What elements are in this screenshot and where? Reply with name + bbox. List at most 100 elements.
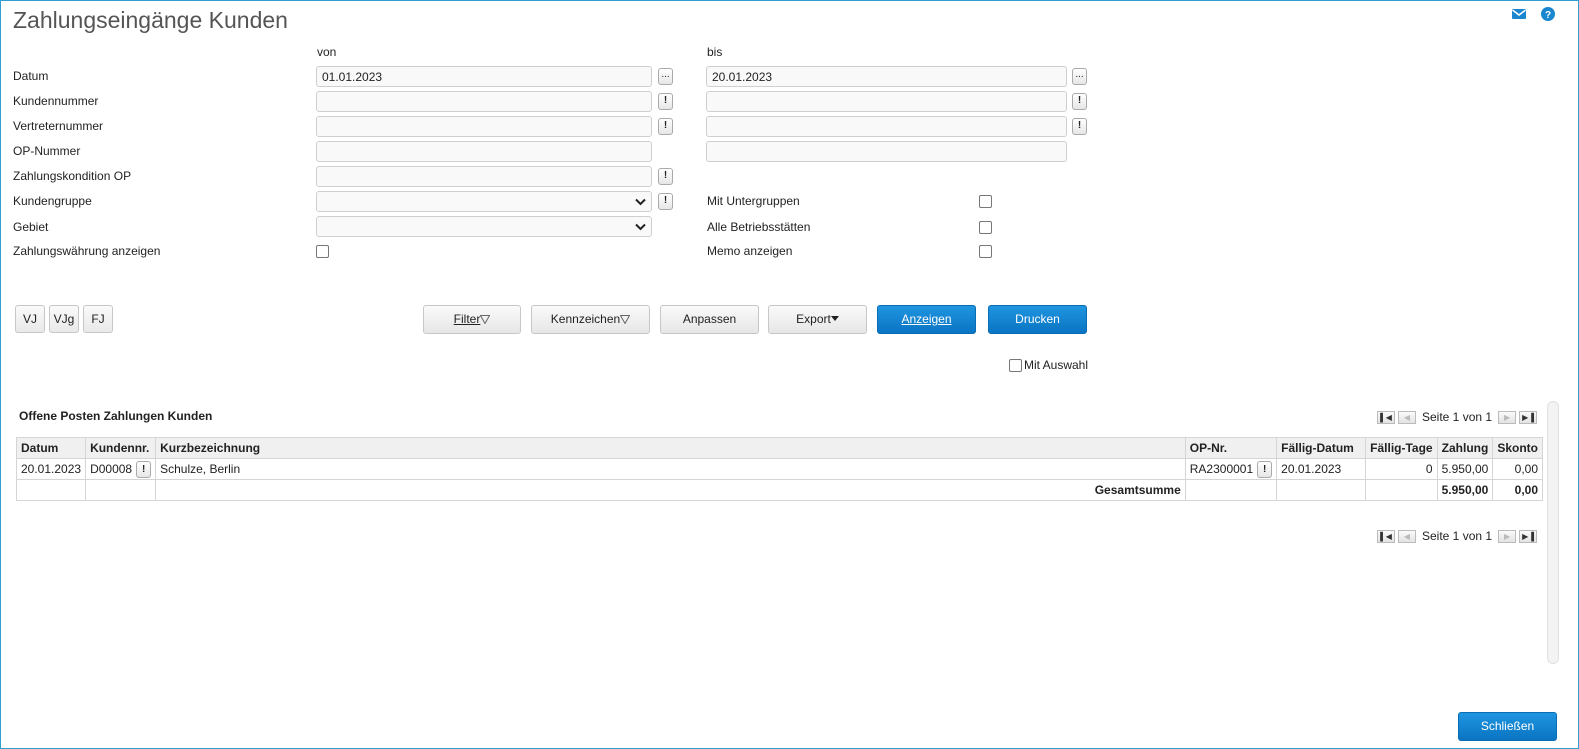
datum-to-input[interactable]: 20.01.2023 (706, 66, 1067, 87)
op-nr-lookup-button[interactable]: ! (1257, 460, 1273, 478)
vertreternummer-to-input[interactable] (706, 116, 1067, 137)
cell-kundennr: D00008 ! (85, 458, 157, 480)
last-page-icon[interactable]: ▶▐ (1519, 529, 1538, 543)
vjg-button[interactable]: VJg (49, 305, 79, 333)
kundennummer-from-lookup-button[interactable]: ! (658, 93, 673, 110)
window: Zahlungseingänge Kunden ? von bis Datum … (0, 0, 1579, 749)
drucken-button-label: Drucken (1015, 312, 1060, 326)
col-kundennr[interactable]: Kundennr. (85, 437, 157, 459)
total-empty-cell (1365, 479, 1438, 501)
vertreternummer-label: Vertreternummer (13, 119, 104, 133)
col-kurzbezeichnung[interactable]: Kurzbezeichnung (155, 437, 1186, 459)
from-column-label: von (317, 45, 337, 59)
total-skonto: 0,00 (1492, 479, 1543, 501)
mit-auswahl-checkbox[interactable] (1009, 358, 1022, 372)
kundennummer-to-input[interactable] (706, 91, 1067, 112)
vj-button[interactable]: VJ (15, 305, 45, 333)
help-icon[interactable]: ? (1540, 6, 1556, 22)
zahlungskondition-lookup-button[interactable]: ! (658, 168, 673, 185)
pager-text: Seite 1 von 1 (1422, 529, 1493, 543)
memo-anzeigen-label: Memo anzeigen (707, 244, 793, 258)
memo-anzeigen-checkbox[interactable] (979, 245, 992, 258)
caret-down-icon (830, 316, 839, 321)
op-nummer-from-input[interactable] (316, 141, 652, 162)
zahlungskondition-label: Zahlungskondition OP (13, 169, 132, 183)
op-nummer-to-input[interactable] (706, 141, 1067, 162)
kundennummer-to-lookup-button[interactable]: ! (1072, 93, 1087, 110)
datum-from-input[interactable]: 01.01.2023 (316, 66, 652, 87)
table-row[interactable]: 20.01.2023 D00008 ! Schulze, Berlin RA23… (15, 458, 1543, 480)
zahlungskondition-input[interactable] (316, 166, 652, 187)
datum-from-picker-button[interactable]: ... (658, 68, 673, 85)
export-button[interactable]: Export (768, 305, 867, 334)
drucken-button[interactable]: Drucken (988, 305, 1087, 334)
pager-top: ▌◀ ◀ Seite 1 von 1 ▶ ▶▐ (1377, 410, 1538, 424)
filter-button[interactable]: Filter (423, 305, 521, 334)
last-page-icon[interactable]: ▶▐ (1519, 410, 1538, 424)
cell-datum: 20.01.2023 (15, 458, 87, 480)
anpassen-button[interactable]: Anpassen (660, 305, 759, 334)
total-empty-cell (1276, 479, 1367, 501)
kundennummer-from-input[interactable] (316, 91, 652, 112)
total-empty-cell (1184, 479, 1278, 501)
gebiet-select[interactable] (316, 216, 652, 237)
prev-page-icon[interactable]: ◀ (1398, 529, 1416, 543)
table-header-row: Datum Kundennr. Kurzbezeichnung OP-Nr. F… (15, 437, 1543, 459)
col-zahlung[interactable]: Zahlung (1436, 437, 1494, 459)
kennzeichen-button-label: Kennzeichen (550, 312, 621, 326)
total-zahlung: 5.950,00 (1436, 479, 1494, 501)
anzeigen-button[interactable]: Anzeigen (877, 305, 976, 334)
svg-text:?: ? (1545, 10, 1551, 21)
cell-faellig-tage: 0 (1365, 458, 1438, 480)
mit-auswahl-label: Mit Auswahl (1024, 358, 1089, 372)
datum-to-picker-button[interactable]: ... (1072, 68, 1087, 85)
schliessen-button-label: Schließen (1480, 719, 1535, 733)
total-empty-cell (85, 479, 157, 501)
mail-icon[interactable] (1511, 6, 1527, 22)
datum-label: Datum (13, 69, 49, 83)
vertreternummer-from-lookup-button[interactable]: ! (658, 118, 673, 135)
next-page-icon[interactable]: ▶ (1498, 410, 1517, 424)
chevron-down-icon (635, 198, 646, 205)
kundennummer-label: Kundennummer (13, 94, 99, 108)
mit-auswahl-option[interactable]: Mit Auswahl (1009, 358, 1088, 372)
alle-betriebsstaetten-checkbox[interactable] (979, 221, 992, 234)
page-title: Zahlungseingänge Kunden (13, 7, 288, 33)
col-faellig-tage[interactable]: Fällig-Tage (1365, 437, 1438, 459)
first-page-icon[interactable]: ▌◀ (1377, 529, 1395, 543)
col-skonto[interactable]: Skonto (1492, 437, 1543, 459)
col-datum[interactable]: Datum (15, 437, 87, 459)
kennzeichen-funnel-icon (619, 315, 631, 325)
cell-kurzbezeichnung: Schulze, Berlin (155, 458, 1186, 480)
fj-button[interactable]: FJ (83, 305, 113, 333)
op-nummer-label: OP-Nummer (13, 144, 81, 158)
kundengruppe-label: Kundengruppe (13, 194, 92, 208)
vertical-scrollbar[interactable] (1547, 401, 1559, 664)
mit-untergruppen-checkbox[interactable] (979, 195, 992, 208)
cell-skonto: 0,00 (1492, 458, 1543, 480)
mit-untergruppen-label: Mit Untergruppen (707, 194, 800, 208)
zahlungswaehrung-checkbox[interactable] (316, 245, 329, 258)
alle-betriebsstaetten-label: Alle Betriebsstätten (707, 220, 811, 234)
cell-kundennr-value: D00008 (90, 462, 133, 476)
vertreternummer-from-input[interactable] (316, 116, 652, 137)
schliessen-button[interactable]: Schließen (1458, 712, 1557, 741)
filter-button-label: Filter (453, 312, 481, 326)
cell-zahlung: 5.950,00 (1436, 458, 1494, 480)
vertreternummer-to-lookup-button[interactable]: ! (1072, 118, 1087, 135)
gebiet-label: Gebiet (13, 220, 49, 234)
kundengruppe-lookup-button[interactable]: ! (658, 193, 673, 210)
pager-bottom: ▌◀ ◀ Seite 1 von 1 ▶ ▶▐ (1377, 529, 1538, 543)
to-column-label: bis (707, 45, 723, 59)
prev-page-icon[interactable]: ◀ (1398, 410, 1416, 424)
first-page-icon[interactable]: ▌◀ (1377, 410, 1395, 424)
total-row: Gesamtsumme 5.950,00 0,00 (15, 479, 1543, 501)
next-page-icon[interactable]: ▶ (1498, 529, 1517, 543)
col-faellig-datum[interactable]: Fällig-Datum (1276, 437, 1367, 459)
kundengruppe-select[interactable] (316, 191, 652, 212)
kundennr-lookup-button[interactable]: ! (136, 460, 152, 478)
kennzeichen-button[interactable]: Kennzeichen (531, 305, 650, 334)
zahlungswaehrung-label: Zahlungswährung anzeigen (13, 244, 161, 258)
payments-table: Datum Kundennr. Kurzbezeichnung OP-Nr. F… (15, 437, 1543, 501)
col-op-nr[interactable]: OP-Nr. (1184, 437, 1278, 459)
